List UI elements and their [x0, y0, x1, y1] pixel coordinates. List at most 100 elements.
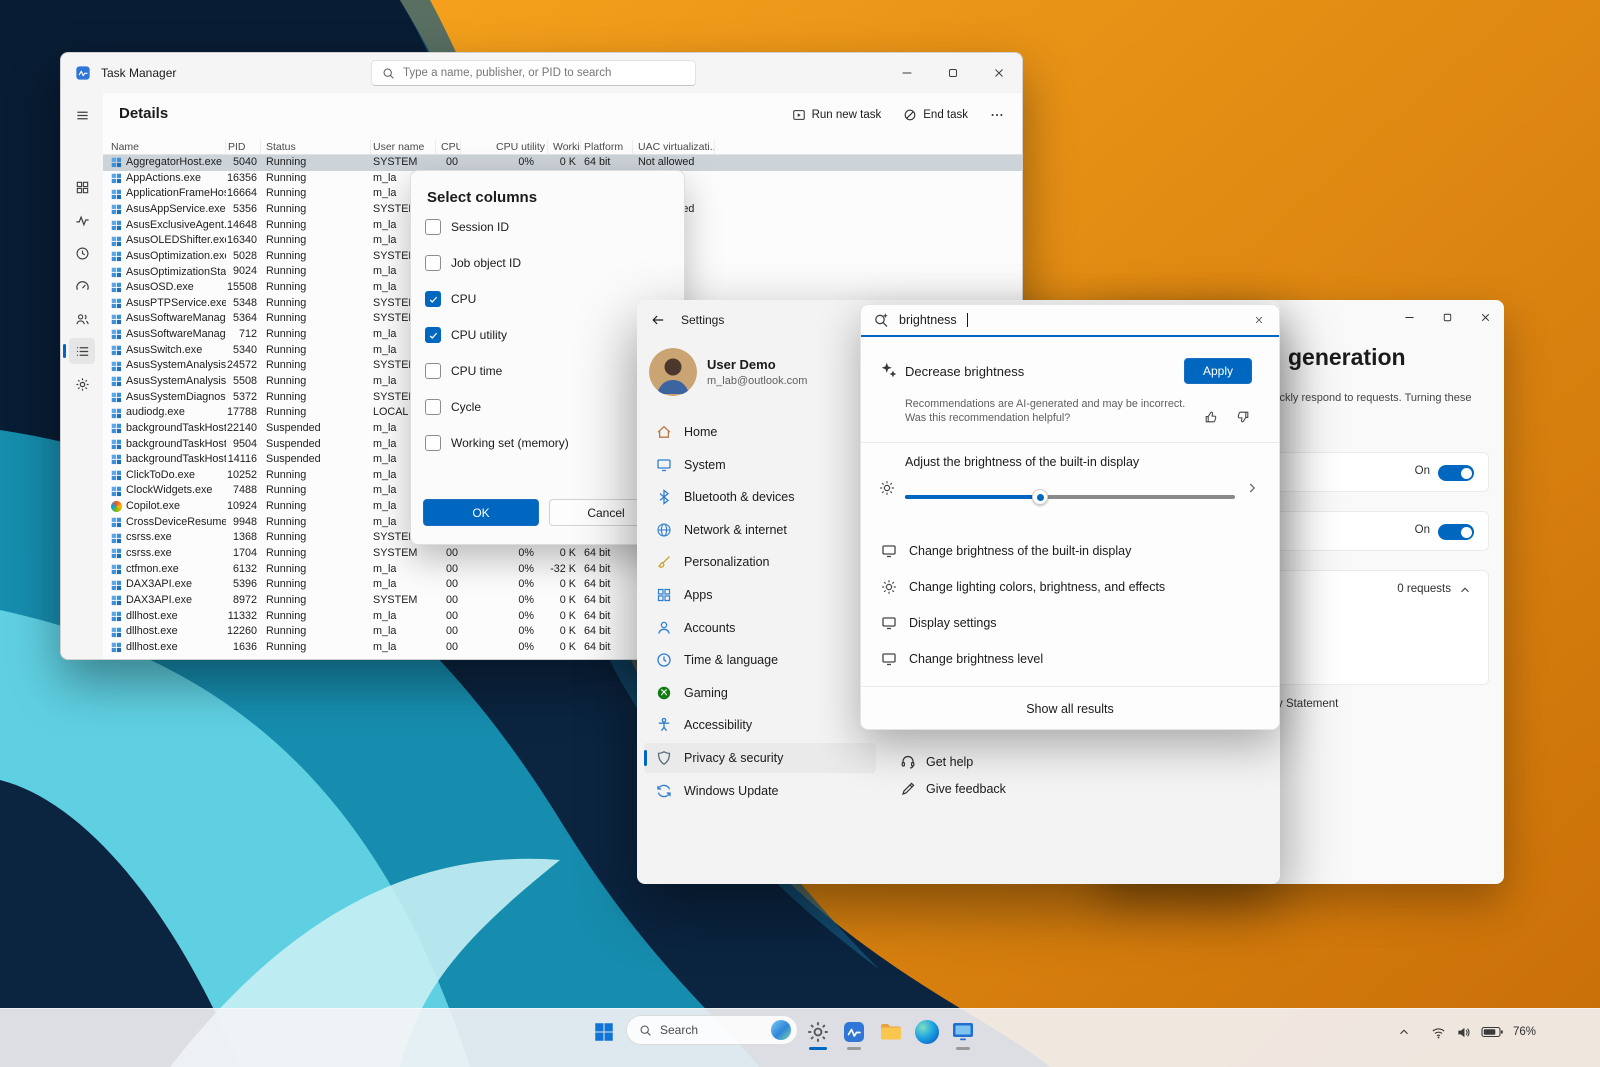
- sidebar-item-system[interactable]: System: [644, 450, 876, 480]
- end-task-button[interactable]: End task: [895, 104, 976, 126]
- thumbs-down-button[interactable]: [1231, 405, 1255, 429]
- column-header-platform[interactable]: Platform: [581, 140, 633, 154]
- volume-icon[interactable]: [1456, 1025, 1471, 1040]
- search-result-item[interactable]: Change lighting colors, brightness, and …: [861, 569, 1279, 605]
- avatar[interactable]: [649, 348, 697, 396]
- cell: m_la: [371, 562, 436, 578]
- sidebar-item-apps[interactable]: Apps: [644, 580, 876, 610]
- network-icon[interactable]: [1431, 1025, 1446, 1040]
- checkbox[interactable]: [425, 435, 441, 451]
- sidebar-item-windows-update[interactable]: Windows Update: [644, 776, 876, 806]
- apply-button[interactable]: Apply: [1184, 358, 1252, 384]
- column-header-uac[interactable]: UAC virtualizati...: [633, 140, 715, 154]
- brightness-icon: [879, 480, 895, 496]
- cell: AsusPTPService.exe: [103, 296, 226, 312]
- column-header-working-set[interactable]: Worki...: [548, 140, 581, 154]
- close-button[interactable]: [1466, 300, 1504, 334]
- cell: SYSTEM: [371, 593, 436, 609]
- checkbox[interactable]: [425, 327, 441, 343]
- text-caret: [967, 313, 968, 327]
- search-result-item[interactable]: Display settings: [861, 605, 1279, 641]
- give-feedback-link[interactable]: Give feedback: [900, 779, 1006, 799]
- run-new-task-button[interactable]: Run new task: [784, 104, 890, 126]
- table-row[interactable]: AggregatorHost.exe5040RunningSYSTEM000%0…: [103, 155, 1022, 171]
- sidebar-item-details[interactable]: [69, 338, 95, 364]
- taskbar-app-task-manager[interactable]: [834, 1012, 874, 1052]
- column-header-status[interactable]: Status: [261, 140, 371, 154]
- taskbar-app-edge[interactable]: [907, 1012, 947, 1052]
- sidebar-item-network-internet[interactable]: Network & internet: [644, 515, 876, 545]
- cell: 5508: [226, 374, 261, 390]
- sidebar-item-bluetooth-devices[interactable]: Bluetooth & devices: [644, 482, 876, 512]
- toggle-switch[interactable]: [1438, 465, 1474, 481]
- column-option[interactable]: Session ID: [425, 209, 674, 245]
- checkbox[interactable]: [425, 255, 441, 271]
- brightness-slider-thumb[interactable]: [1032, 489, 1048, 505]
- sidebar-item-accessibility[interactable]: Accessibility: [644, 710, 876, 740]
- ok-button[interactable]: OK: [423, 499, 539, 526]
- sidebar-item-personalization[interactable]: Personalization: [644, 547, 876, 577]
- sidebar-item-privacy-security[interactable]: Privacy & security: [644, 743, 876, 773]
- sidebar-item-home[interactable]: Home: [644, 417, 876, 447]
- battery-percentage[interactable]: 76%: [1513, 1026, 1536, 1038]
- cell: AsusOSD.exe: [103, 280, 226, 296]
- taskbar-app-settings[interactable]: [798, 1012, 838, 1052]
- close-button[interactable]: [976, 53, 1022, 93]
- sidebar-item-accounts[interactable]: Accounts: [644, 613, 876, 643]
- sidebar-item-services[interactable]: [69, 371, 95, 397]
- get-help-link[interactable]: Get help: [900, 752, 973, 772]
- cell: ClickToDo.exe: [103, 468, 226, 484]
- task-manager-titlebar[interactable]: Task Manager Type a name, publisher, or …: [61, 53, 1022, 93]
- battery-icon[interactable]: [1481, 1026, 1503, 1038]
- cell: 0%: [461, 562, 548, 578]
- chevron-right-icon[interactable]: [1245, 481, 1259, 495]
- settings-search-input[interactable]: brightness: [861, 305, 1279, 337]
- thumbs-up-button[interactable]: [1199, 405, 1223, 429]
- show-all-results-button[interactable]: Show all results: [861, 687, 1279, 730]
- more-options-button[interactable]: [982, 104, 1012, 126]
- tray-expand-chevron-icon[interactable]: [1397, 1025, 1411, 1039]
- checkbox[interactable]: [425, 399, 441, 415]
- taskbar-search[interactable]: Search: [626, 1015, 798, 1045]
- checkbox[interactable]: [425, 291, 441, 307]
- maximize-button[interactable]: [1428, 300, 1466, 334]
- checkbox[interactable]: [425, 363, 441, 379]
- sidebar-item-startup-apps[interactable]: [69, 273, 95, 299]
- minimize-button[interactable]: [1390, 300, 1428, 334]
- task-manager-search-box[interactable]: Type a name, publisher, or PID to search: [371, 60, 696, 86]
- checkbox[interactable]: [425, 219, 441, 235]
- privacy-statement-link-fragment[interactable]: y Statement: [1277, 698, 1338, 710]
- search-result-item[interactable]: Change brightness of the built-in displa…: [861, 533, 1279, 569]
- taskbar-app-file-explorer[interactable]: [871, 1012, 911, 1052]
- sidebar-item-time-language[interactable]: Time & language: [644, 645, 876, 675]
- back-button[interactable]: [643, 306, 673, 334]
- column-header-name[interactable]: Name: [103, 140, 226, 154]
- cell: m_la: [371, 640, 436, 656]
- cell: AsusOLEDShifter.exe: [103, 233, 226, 249]
- minimize-button[interactable]: [884, 53, 930, 93]
- start-button[interactable]: [584, 1012, 624, 1052]
- column-header-user-name[interactable]: User name: [371, 140, 436, 154]
- brightness-slider[interactable]: [905, 495, 1235, 499]
- chevron-up-icon[interactable]: [1458, 583, 1472, 597]
- maximize-button[interactable]: [930, 53, 976, 93]
- clear-search-button[interactable]: [1247, 308, 1271, 332]
- menu-button[interactable]: [69, 102, 95, 128]
- taskbar-app-display[interactable]: [943, 1012, 983, 1052]
- column-option[interactable]: Job object ID: [425, 245, 674, 281]
- toggle-switch[interactable]: [1438, 524, 1474, 540]
- column-header-pid[interactable]: PID: [226, 140, 261, 154]
- search-highlights-icon[interactable]: [771, 1020, 791, 1040]
- cell: AsusOptimizationStar...: [103, 264, 226, 280]
- column-header-cpu-utility[interactable]: CPU utility: [461, 140, 548, 154]
- column-header-cpu[interactable]: CPU: [436, 140, 461, 154]
- sidebar-item-performance[interactable]: [69, 207, 95, 233]
- sidebar-item-gaming[interactable]: Gaming: [644, 678, 876, 708]
- cell: AggregatorHost.exe: [103, 155, 226, 171]
- settings-title: Settings: [681, 313, 724, 327]
- cell: 0 K: [548, 546, 581, 562]
- search-result-item[interactable]: Change brightness level: [861, 641, 1279, 677]
- sidebar-item-app-history[interactable]: [69, 240, 95, 266]
- sidebar-item-processes[interactable]: [69, 174, 95, 200]
- sidebar-item-users[interactable]: [69, 306, 95, 332]
